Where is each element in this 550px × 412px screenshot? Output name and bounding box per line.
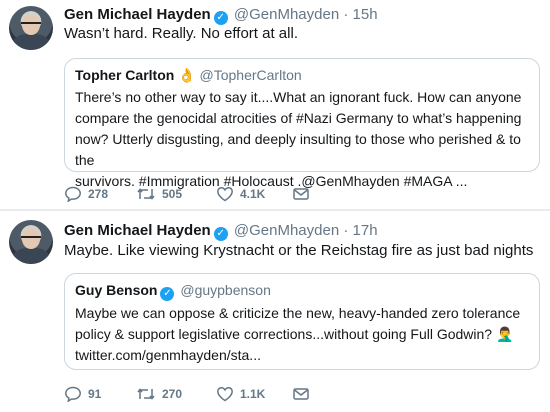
message-icon [293, 388, 309, 400]
quote-line: compare the genocidal atrocities of #Naz… [75, 110, 522, 126]
quote-line[interactable]: twitter.com/genmhayden/sta... [75, 345, 531, 366]
quote-author-handle: @guypbenson [180, 282, 271, 298]
retweet-count: 270 [162, 387, 183, 401]
tweet-2[interactable]: Gen Michael Hayden ✓ @GenMhayden · 17h Ma… [0, 211, 550, 412]
quoted-tweet[interactable]: Guy Benson ✓ @guypbenson Maybe we can opp… [64, 273, 540, 370]
retweet-count: 505 [162, 187, 183, 201]
message-button[interactable] [292, 186, 310, 202]
ok-hand-icon: 👌 [178, 67, 196, 83]
retweet-button[interactable]: 270 [136, 386, 182, 402]
reply-icon [65, 186, 81, 203]
like-button[interactable]: 1.1K [216, 386, 265, 402]
quote-line: Maybe we can oppose & criticize the new,… [75, 305, 521, 321]
reply-button[interactable]: 278 [64, 186, 109, 203]
quote-line: now? Utterly disgusting, and deeply insu… [75, 131, 521, 168]
author-handle[interactable]: @GenMhayden [234, 6, 339, 23]
tweet-text: Wasn’t hard. Really. No effort at all. [64, 25, 298, 42]
quote-text: Maybe we can oppose & criticize the new,… [75, 303, 531, 366]
verified-icon: ✓ [160, 287, 175, 301]
tweet-time[interactable]: · 17h [343, 222, 377, 239]
retweet-icon [137, 188, 155, 200]
like-icon [217, 387, 233, 402]
avatar[interactable] [9, 6, 53, 50]
tweet-text: Maybe. Like viewing Krystnacht or the Re… [64, 242, 534, 259]
author-handle[interactable]: @GenMhayden [234, 222, 339, 239]
tweet-header: Gen Michael Hayden ✓ @GenMhayden · 17h [64, 222, 378, 241]
quote-text: There’s no other way to say it....What a… [75, 87, 531, 192]
quote-author-name: Guy Benson [75, 282, 158, 298]
retweet-button[interactable]: 505 [136, 186, 182, 202]
quote-author-name: Topher Carlton [75, 67, 175, 83]
like-button[interactable]: 4.1K [216, 186, 265, 202]
reply-count: 91 [88, 387, 102, 401]
quote-line: There’s no other way to say it....What a… [75, 89, 522, 105]
author-name[interactable]: Gen Michael Hayden [64, 222, 211, 239]
quote-line: policy & support legislative corrections… [75, 326, 514, 342]
like-count: 1.1K [240, 387, 266, 401]
like-count: 4.1K [240, 187, 266, 201]
quote-header: Guy Benson ✓ @guypbenson [75, 282, 271, 301]
quoted-tweet[interactable]: Topher Carlton 👌 @TopherCarlton There’s … [64, 58, 540, 189]
quote-author-handle: @TopherCarlton [199, 67, 302, 83]
message-icon [293, 188, 309, 200]
tweet-time[interactable]: · 15h [343, 6, 377, 23]
author-name[interactable]: Gen Michael Hayden [64, 6, 211, 23]
reply-icon [65, 386, 81, 403]
reply-count: 278 [88, 187, 109, 201]
avatar[interactable] [9, 220, 53, 264]
message-button[interactable] [292, 386, 310, 402]
verified-icon: ✓ [213, 227, 228, 241]
retweet-icon [137, 388, 155, 400]
tweet-1[interactable]: Gen Michael Hayden ✓ @GenMhayden · 15h Wa… [0, 0, 550, 210]
like-icon [217, 187, 233, 202]
quote-header: Topher Carlton 👌 @TopherCarlton [75, 67, 302, 84]
reply-button[interactable]: 91 [64, 386, 102, 403]
